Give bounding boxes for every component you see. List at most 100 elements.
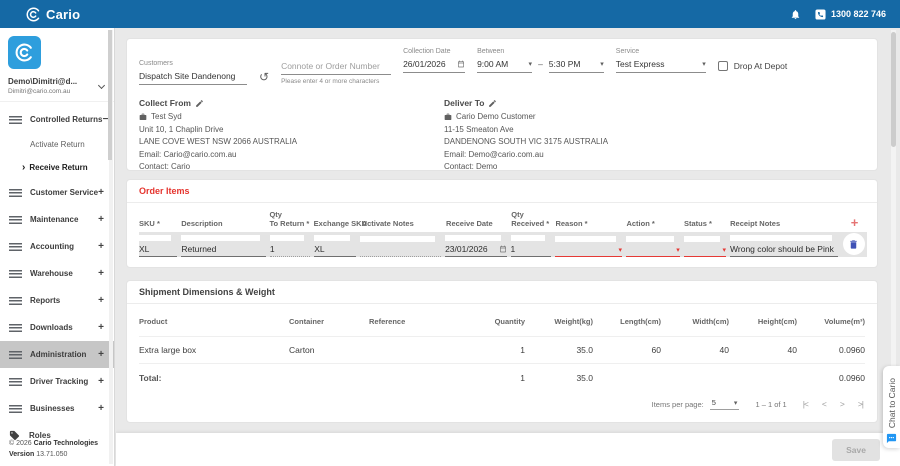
order-items-card: Order Items SKU * Description QtyTo Retu… <box>126 179 878 268</box>
briefcase-icon <box>139 113 147 121</box>
collect-address2: LANE COVE WEST NSW 2066 AUSTRALIA <box>139 136 444 149</box>
activate-notes-input[interactable] <box>360 245 441 257</box>
add-row-icon[interactable]: + <box>842 218 867 228</box>
collection-date-input[interactable]: 26/01/2026 <box>403 59 465 73</box>
qty-received-input[interactable]: 1 <box>511 244 551 257</box>
quantity-cell: 1 <box>457 345 525 355</box>
sidebar-item-administration[interactable]: Administration + <box>0 341 114 368</box>
drop-at-depot-checkbox[interactable] <box>718 61 728 71</box>
sidebar-item-downloads[interactable]: Downloads + <box>0 314 114 341</box>
main-content: Customers ↺ Please enter 4 or more chara… <box>116 28 900 466</box>
calendar-icon[interactable] <box>499 245 507 253</box>
order-items-header: SKU * Description QtyTo Return * Exchang… <box>139 209 867 228</box>
volume-cell: 0.0960 <box>797 345 865 355</box>
collect-email: Email: Cario@cario.com.au <box>139 149 444 162</box>
order-items-title: Order Items <box>127 180 877 203</box>
sku-input[interactable]: XL <box>139 244 177 257</box>
chevron-down-icon <box>98 81 105 88</box>
previous-page-icon[interactable]: < <box>822 399 826 409</box>
receipt-notes-input[interactable]: Wrong color should be Pink <box>730 244 838 257</box>
first-page-icon[interactable]: |< <box>803 399 808 409</box>
action-select[interactable]: ▾ <box>626 245 680 257</box>
sidebar-item-driver-tracking[interactable]: Driver Tracking + <box>0 368 114 395</box>
status-select[interactable]: ▾ <box>684 245 726 257</box>
briefcase-icon <box>444 113 452 121</box>
deliver-contact: Contact: Demo <box>444 161 749 174</box>
sidebar-item-activate-return[interactable]: Activate Return <box>0 133 114 156</box>
phone-icon <box>815 9 826 20</box>
shipment-title: Shipment Dimensions & Weight <box>127 281 877 304</box>
expand-icon: + <box>98 376 104 387</box>
menu-bars-icon <box>9 216 22 224</box>
time-from-select[interactable]: 9:00 AM ▾ <box>477 59 532 73</box>
width-cell: 40 <box>661 345 729 355</box>
service-select[interactable]: Test Express ▾ <box>616 59 706 73</box>
action-footer: Save <box>116 433 900 466</box>
length-cell: 60 <box>593 345 661 355</box>
calendar-icon[interactable] <box>457 60 465 68</box>
main-scrollbar-thumb[interactable] <box>891 32 896 147</box>
trash-icon <box>848 239 859 250</box>
expand-icon: + <box>98 322 104 333</box>
deliver-address2: DANDENONG SOUTH VIC 3175 AUSTRALIA <box>444 136 749 149</box>
edit-icon[interactable] <box>195 99 204 108</box>
customers-input[interactable] <box>139 71 247 85</box>
sidebar-item-accounting[interactable]: Accounting + <box>0 233 114 260</box>
user-account-menu[interactable]: Demo\Dimitri@d... Dimitri@cario.com.au <box>0 75 114 102</box>
undo-icon[interactable]: ↺ <box>259 70 269 85</box>
time-to-select[interactable]: 5:30 PM ▾ <box>549 59 604 73</box>
next-page-icon[interactable]: > <box>840 399 844 409</box>
chevron-down-icon: ▾ <box>676 246 680 254</box>
customers-label: Customers <box>139 60 247 67</box>
menu-bars-icon <box>9 189 22 197</box>
collect-address1: Unit 10, 1 Chaplin Drive <box>139 124 444 137</box>
sidebar-item-customer-service[interactable]: Customer Service + <box>0 179 114 206</box>
exchange-sku-input[interactable]: XL <box>314 244 356 257</box>
drop-at-depot-label: Drop At Depot <box>734 61 787 71</box>
receive-date-input[interactable]: 23/01/2026 <box>445 244 506 257</box>
page-range-label: 1 – 1 of 1 <box>755 400 786 409</box>
save-button[interactable]: Save <box>832 439 880 461</box>
qty-to-return-input[interactable]: 1 <box>270 244 310 257</box>
booking-form-card: Customers ↺ Please enter 4 or more chara… <box>126 38 878 171</box>
sidebar-item-reports[interactable]: Reports + <box>0 287 114 314</box>
brand-logo[interactable]: Cario <box>26 7 80 22</box>
menu-bars-icon <box>9 405 22 413</box>
paginator: Items per page: 5 ▾ 1 – 1 of 1 |< < > >| <box>127 392 877 418</box>
expand-icon: + <box>98 295 104 306</box>
chat-to-cario-tab[interactable]: Chat to Cario <box>883 366 900 448</box>
deliver-name: Cario Demo Customer <box>456 111 536 124</box>
items-per-page-label: Items per page: <box>652 400 704 409</box>
total-weight: 35.0 <box>525 373 593 383</box>
items-per-page-select[interactable]: 5 ▾ <box>710 398 740 410</box>
connote-order-number-input[interactable] <box>281 61 391 75</box>
chevron-down-icon: ▾ <box>619 246 623 254</box>
sidebar-scrollbar[interactable] <box>109 30 113 464</box>
collect-from-title: Collect From <box>139 98 191 108</box>
last-page-icon[interactable]: >| <box>858 399 863 409</box>
edit-icon[interactable] <box>488 99 497 108</box>
shipment-total-row: Total: 1 35.0 0.0960 <box>139 364 865 392</box>
collect-contact: Contact: Cario <box>139 161 444 174</box>
brand-name: Cario <box>46 7 80 22</box>
sidebar-item-businesses[interactable]: Businesses + <box>0 395 114 422</box>
sidebar-item-receive-return[interactable]: › Receive Return <box>0 156 114 179</box>
chevron-right-icon: › <box>22 162 25 173</box>
reason-select[interactable]: ▾ <box>555 245 622 257</box>
sidebar-item-controlled-returns[interactable]: Controlled Returns − <box>0 106 114 133</box>
notifications-bell-icon[interactable] <box>790 9 801 20</box>
total-volume: 0.0960 <box>797 373 865 383</box>
time-range-separator: – <box>538 59 543 73</box>
cario-logo-icon <box>26 7 41 22</box>
delete-row-button[interactable] <box>843 233 865 255</box>
sidebar-item-maintenance[interactable]: Maintenance + <box>0 206 114 233</box>
total-quantity: 1 <box>457 373 525 383</box>
chat-bubble-icon <box>886 433 897 444</box>
description-input[interactable]: Returned <box>181 244 265 257</box>
sidebar-logo[interactable] <box>8 36 41 69</box>
menu-bars-icon <box>9 116 22 124</box>
sidebar-item-warehouse[interactable]: Warehouse + <box>0 260 114 287</box>
app-window: Cario 1300 822 746 Demo\Dimi <box>0 0 900 466</box>
menu-bars-icon <box>9 378 22 386</box>
support-phone[interactable]: 1300 822 746 <box>815 9 886 20</box>
